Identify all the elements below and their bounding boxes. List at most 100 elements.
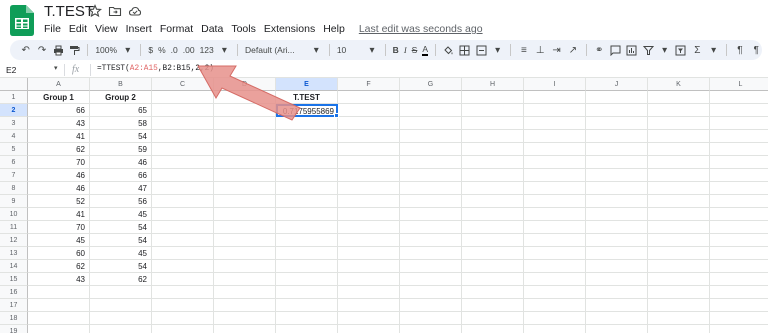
- cell-e9[interactable]: [276, 195, 338, 208]
- row-header-13[interactable]: 13: [0, 247, 28, 260]
- cell-c13[interactable]: [152, 247, 214, 260]
- row-header-7[interactable]: 7: [0, 169, 28, 182]
- cell-e11[interactable]: [276, 221, 338, 234]
- column-header-f[interactable]: F: [338, 78, 400, 91]
- cell-f3[interactable]: [338, 117, 400, 130]
- menu-help[interactable]: Help: [323, 22, 345, 36]
- cell-i1[interactable]: [524, 91, 586, 104]
- cell-l5[interactable]: [710, 143, 768, 156]
- decrease-decimal-button[interactable]: .0: [171, 45, 178, 55]
- cell-g5[interactable]: [400, 143, 462, 156]
- chevron-down-icon[interactable]: ▾: [219, 44, 230, 56]
- cell-g19[interactable]: [400, 325, 462, 333]
- cell-l15[interactable]: [710, 273, 768, 286]
- cell-e13[interactable]: [276, 247, 338, 260]
- cell-i7[interactable]: [524, 169, 586, 182]
- bold-button[interactable]: B: [393, 45, 399, 55]
- cell-i16[interactable]: [524, 286, 586, 299]
- cell-c6[interactable]: [152, 156, 214, 169]
- cell-c10[interactable]: [152, 208, 214, 221]
- cell-e6[interactable]: [276, 156, 338, 169]
- cell-d9[interactable]: [214, 195, 276, 208]
- cell-k11[interactable]: [648, 221, 710, 234]
- cell-f6[interactable]: [338, 156, 400, 169]
- font-size-select[interactable]: 10: [337, 45, 362, 55]
- cloud-status-icon[interactable]: [128, 4, 142, 18]
- cell-d17[interactable]: [214, 299, 276, 312]
- cell-f2[interactable]: [338, 104, 400, 117]
- cell-h9[interactable]: [462, 195, 524, 208]
- move-folder-icon[interactable]: [108, 4, 122, 18]
- cell-b13[interactable]: 45: [90, 247, 152, 260]
- chevron-down-icon[interactable]: ▾: [708, 44, 719, 56]
- menu-data[interactable]: Data: [201, 22, 223, 36]
- cell-b1[interactable]: Group 2: [90, 91, 152, 104]
- cell-g18[interactable]: [400, 312, 462, 325]
- cell-k17[interactable]: [648, 299, 710, 312]
- cell-c7[interactable]: [152, 169, 214, 182]
- cell-b11[interactable]: 54: [90, 221, 152, 234]
- cell-c12[interactable]: [152, 234, 214, 247]
- cell-g6[interactable]: [400, 156, 462, 169]
- cell-e12[interactable]: [276, 234, 338, 247]
- cell-h7[interactable]: [462, 169, 524, 182]
- cell-c19[interactable]: [152, 325, 214, 333]
- cell-l13[interactable]: [710, 247, 768, 260]
- document-title[interactable]: T.TEST: [44, 3, 94, 21]
- cell-f17[interactable]: [338, 299, 400, 312]
- cell-a19[interactable]: [28, 325, 90, 333]
- column-header-h[interactable]: H: [462, 78, 524, 91]
- cell-i3[interactable]: [524, 117, 586, 130]
- cell-c9[interactable]: [152, 195, 214, 208]
- cell-f11[interactable]: [338, 221, 400, 234]
- cell-g11[interactable]: [400, 221, 462, 234]
- cell-l3[interactable]: [710, 117, 768, 130]
- cell-j11[interactable]: [586, 221, 648, 234]
- cell-c15[interactable]: [152, 273, 214, 286]
- print-icon[interactable]: [53, 44, 64, 56]
- cell-i15[interactable]: [524, 273, 586, 286]
- cell-i14[interactable]: [524, 260, 586, 273]
- cell-f13[interactable]: [338, 247, 400, 260]
- cell-f15[interactable]: [338, 273, 400, 286]
- cell-g13[interactable]: [400, 247, 462, 260]
- cell-h2[interactable]: [462, 104, 524, 117]
- fill-color-icon[interactable]: [443, 44, 454, 56]
- row-header-5[interactable]: 5: [0, 143, 28, 156]
- italic-button[interactable]: I: [404, 45, 407, 55]
- cell-c11[interactable]: [152, 221, 214, 234]
- column-header-j[interactable]: J: [586, 78, 648, 91]
- cell-b3[interactable]: 58: [90, 117, 152, 130]
- borders-icon[interactable]: [459, 44, 470, 56]
- cell-g17[interactable]: [400, 299, 462, 312]
- cell-b14[interactable]: 54: [90, 260, 152, 273]
- cell-l7[interactable]: [710, 169, 768, 182]
- cell-k13[interactable]: [648, 247, 710, 260]
- cell-d12[interactable]: [214, 234, 276, 247]
- cell-b7[interactable]: 66: [90, 169, 152, 182]
- cell-e17[interactable]: [276, 299, 338, 312]
- cell-d10[interactable]: [214, 208, 276, 221]
- cell-h11[interactable]: [462, 221, 524, 234]
- cell-g10[interactable]: [400, 208, 462, 221]
- cell-k16[interactable]: [648, 286, 710, 299]
- cell-i18[interactable]: [524, 312, 586, 325]
- cell-b6[interactable]: 46: [90, 156, 152, 169]
- cell-d19[interactable]: [214, 325, 276, 333]
- cell-a2[interactable]: 66: [28, 104, 90, 117]
- cell-f16[interactable]: [338, 286, 400, 299]
- cell-k6[interactable]: [648, 156, 710, 169]
- vertical-align-icon[interactable]: ⊥: [535, 44, 546, 56]
- cell-l4[interactable]: [710, 130, 768, 143]
- cell-h5[interactable]: [462, 143, 524, 156]
- menu-file[interactable]: File: [44, 22, 61, 36]
- cell-k1[interactable]: [648, 91, 710, 104]
- cell-j5[interactable]: [586, 143, 648, 156]
- column-header-a[interactable]: A: [28, 78, 90, 91]
- cell-k15[interactable]: [648, 273, 710, 286]
- cell-a1[interactable]: Group 1: [28, 91, 90, 104]
- cell-h1[interactable]: [462, 91, 524, 104]
- cell-f14[interactable]: [338, 260, 400, 273]
- cell-k4[interactable]: [648, 130, 710, 143]
- cell-b10[interactable]: 45: [90, 208, 152, 221]
